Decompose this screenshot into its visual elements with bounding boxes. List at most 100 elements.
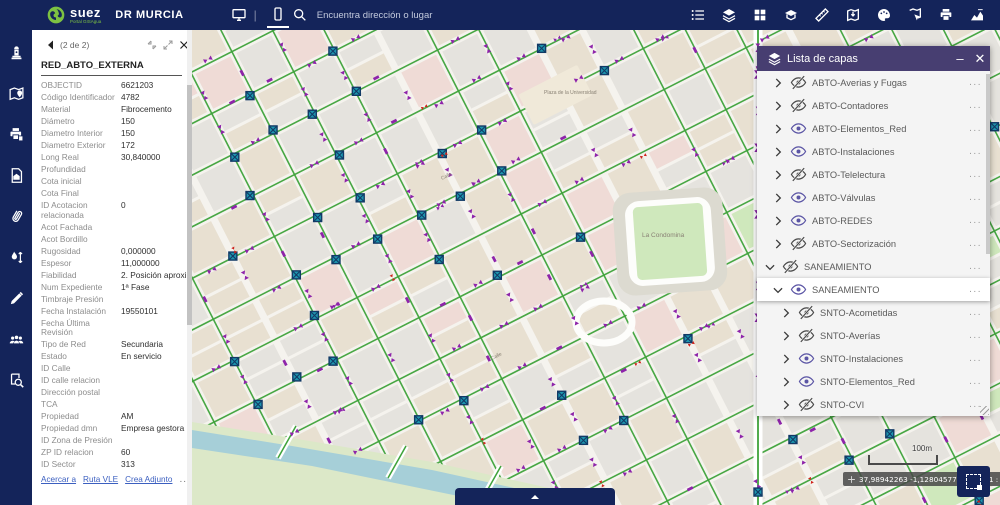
chevron-right-icon[interactable] <box>779 398 793 412</box>
visibility-off-icon[interactable] <box>798 304 815 321</box>
ruta-vle-link[interactable]: Ruta VLE <box>83 475 118 484</box>
layer-row[interactable]: ABTO-Elementos_Red... <box>757 117 990 140</box>
visibility-off-icon[interactable] <box>798 396 815 413</box>
bookmark-icon[interactable] <box>780 4 802 26</box>
report-icon[interactable] <box>6 165 26 185</box>
draw-icon[interactable] <box>873 4 895 26</box>
visibility-on-icon[interactable] <box>790 189 807 206</box>
layer-row[interactable]: SNTO-Elementos_Red... <box>757 370 990 393</box>
layer-row[interactable]: ABTO-REDES... <box>757 209 990 232</box>
map-select-icon[interactable] <box>904 4 926 26</box>
chevron-right-icon[interactable] <box>771 237 785 251</box>
layer-row[interactable]: SANEAMIENTO... <box>757 278 990 301</box>
layer-row[interactable]: ABTO-Contadores... <box>757 94 990 117</box>
visibility-off-icon[interactable] <box>790 74 807 91</box>
layer-row[interactable]: SNTO-CVI... <box>757 393 990 416</box>
layers-scrollbar[interactable] <box>986 74 990 254</box>
layer-row[interactable]: SNTO-Acometidas... <box>757 301 990 324</box>
visibility-off-icon[interactable] <box>782 258 799 275</box>
legend-icon[interactable] <box>687 4 709 26</box>
layer-menu-button[interactable]: ... <box>969 311 982 315</box>
chevron-right-icon[interactable] <box>771 145 785 159</box>
map-location-icon[interactable] <box>6 83 26 103</box>
layer-row[interactable]: ABTO-Válvulas... <box>757 186 990 209</box>
search-input[interactable] <box>315 9 499 22</box>
layer-menu-button[interactable]: ... <box>969 288 982 292</box>
panel-resize-handle[interactable] <box>980 406 989 415</box>
chevron-down-icon[interactable] <box>771 283 785 297</box>
layer-menu-button[interactable]: ... <box>969 334 982 338</box>
visibility-on-icon[interactable] <box>798 373 815 390</box>
visibility-on-icon[interactable] <box>790 143 807 160</box>
layer-row[interactable]: ABTO-Sectorización... <box>757 232 990 255</box>
document-search-icon[interactable] <box>6 370 26 390</box>
mobile-icon[interactable] <box>267 3 289 28</box>
chevron-right-icon[interactable] <box>779 352 793 366</box>
layer-menu-button[interactable]: ... <box>969 173 982 177</box>
layer-menu-button[interactable]: ... <box>969 81 982 85</box>
crosshair-icon[interactable] <box>847 475 856 484</box>
overview-map-button[interactable] <box>957 466 990 497</box>
layer-menu-button[interactable]: ... <box>969 150 982 154</box>
layer-menu-button[interactable]: ... <box>969 196 982 200</box>
visibility-on-icon[interactable] <box>790 281 807 298</box>
chevron-right-icon[interactable] <box>779 306 793 320</box>
layer-menu-button[interactable]: ... <box>969 357 982 361</box>
desktop-icon[interactable] <box>228 4 250 26</box>
attribute-scrollbar[interactable] <box>187 30 192 505</box>
prev-feature-button[interactable] <box>45 39 57 51</box>
layers-icon[interactable] <box>718 4 740 26</box>
chevron-right-icon[interactable] <box>771 99 785 113</box>
users-icon[interactable] <box>6 329 26 349</box>
create-attachment-link[interactable]: Crea Adjunto <box>125 475 172 484</box>
close-layers-button[interactable]: ✕ <box>970 46 990 71</box>
edit-icon[interactable] <box>6 288 26 308</box>
chevron-down-icon[interactable] <box>763 260 777 274</box>
print-icon[interactable] <box>935 4 957 26</box>
visibility-off-icon[interactable] <box>790 235 807 252</box>
measure-icon[interactable] <box>811 4 833 26</box>
chevron-right-icon[interactable] <box>771 214 785 228</box>
map-export-icon[interactable] <box>842 4 864 26</box>
attribute-table-tab[interactable] <box>455 488 615 505</box>
pressure-icon[interactable] <box>6 247 26 267</box>
visibility-off-icon[interactable] <box>790 166 807 183</box>
chevron-right-icon[interactable] <box>779 375 793 389</box>
layer-row[interactable]: ABTO-Telelectura... <box>757 163 990 186</box>
basemap-icon[interactable] <box>749 4 771 26</box>
visibility-off-icon[interactable] <box>798 327 815 344</box>
field-label: ZP ID relacion <box>41 448 121 457</box>
visibility-on-icon[interactable] <box>790 212 807 229</box>
attribute-row: Diámetro150 <box>41 116 190 128</box>
layer-row[interactable]: ABTO-Averias y Fugas... <box>757 71 990 94</box>
chevron-right-icon[interactable] <box>771 168 785 182</box>
zoom-to-link[interactable]: Acercar a <box>41 475 76 484</box>
visibility-off-icon[interactable] <box>790 97 807 114</box>
layer-menu-button[interactable]: ... <box>969 127 982 131</box>
layer-list-header[interactable]: Lista de capas – ✕ <box>757 46 990 71</box>
layer-row[interactable]: ABTO-Instalaciones... <box>757 140 990 163</box>
visibility-on-icon[interactable] <box>798 350 815 367</box>
layer-menu-button[interactable]: ... <box>969 265 982 269</box>
field-value: 1ª Fase <box>121 283 190 292</box>
print-template-icon[interactable] <box>6 124 26 144</box>
chevron-right-icon[interactable] <box>779 329 793 343</box>
logout-icon[interactable] <box>8 4 30 26</box>
layer-menu-button[interactable]: ... <box>969 104 982 108</box>
attachment-icon[interactable] <box>6 206 26 226</box>
chevron-right-icon[interactable] <box>771 76 785 90</box>
hydrant-icon[interactable] <box>6 42 26 62</box>
minimize-panel-button[interactable]: – <box>950 46 970 71</box>
chevron-right-icon[interactable] <box>771 122 785 136</box>
layer-menu-button[interactable]: ... <box>969 380 982 384</box>
chevron-right-icon[interactable] <box>771 191 785 205</box>
collapse-panel-icon[interactable] <box>146 39 158 51</box>
expand-panel-icon[interactable] <box>162 39 174 51</box>
layer-menu-button[interactable]: ... <box>969 219 982 223</box>
layer-row[interactable]: SNTO-Averías... <box>757 324 990 347</box>
layer-row[interactable]: SNTO-Instalaciones... <box>757 347 990 370</box>
visibility-on-icon[interactable] <box>790 120 807 137</box>
elevation-profile-icon[interactable] <box>966 4 988 26</box>
layer-row[interactable]: SANEAMIENTO... <box>757 255 990 278</box>
layer-menu-button[interactable]: ... <box>969 242 982 246</box>
